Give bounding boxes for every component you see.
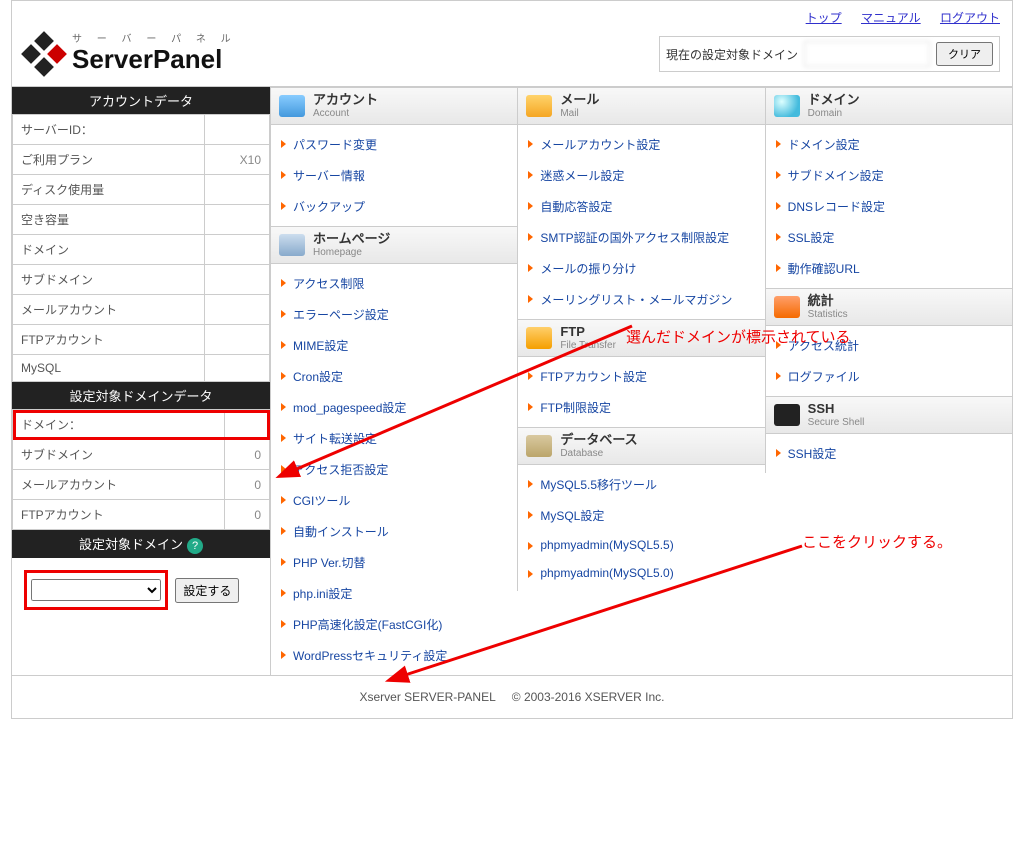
menu-link[interactable]: メールアカウント設定	[518, 129, 764, 160]
logo-title: ServerPanel	[72, 45, 237, 74]
table-row: FTPアカウント0	[13, 500, 270, 530]
menu-link[interactable]: mod_pagespeed設定	[271, 392, 517, 423]
menu-link[interactable]: PHP Ver.切替	[271, 547, 517, 578]
top-nav: トップ マニュアル ログアウト	[12, 1, 1012, 30]
menu-link[interactable]: CGIツール	[271, 485, 517, 516]
menu-link[interactable]: ログファイル	[766, 361, 1012, 392]
menu-link[interactable]: phpmyadmin(MySQL5.0)	[518, 559, 764, 587]
menu-link[interactable]: アクセス統計	[766, 330, 1012, 361]
menu-link[interactable]: パスワード変更	[271, 129, 517, 160]
menu-link[interactable]: phpmyadmin(MySQL5.5)	[518, 531, 764, 559]
cat-mail: メールMail メールアカウント設定迷惑メール設定自動応答設定SMTP認証の国外…	[517, 87, 764, 319]
sidebar: アカウントデータ サーバーID：ご利用プランX10ディスク使用量空き容量ドメイン…	[12, 87, 270, 675]
help-icon[interactable]: ?	[187, 538, 203, 554]
menu-link[interactable]: エラーページ設定	[271, 299, 517, 330]
table-row: 空き容量	[13, 205, 270, 235]
menu-link[interactable]: 自動インストール	[271, 516, 517, 547]
footer: Xserver SERVER-PANEL© 2003-2016 XSERVER …	[12, 675, 1012, 718]
menu-link[interactable]: FTP制限設定	[518, 392, 764, 423]
menu-link[interactable]: FTPアカウント設定	[518, 361, 764, 392]
cat-stats: 統計Statistics アクセス統計ログファイル	[765, 288, 1012, 396]
account-data-table: サーバーID：ご利用プランX10ディスク使用量空き容量ドメインサブドメインメール…	[12, 114, 270, 382]
ftp-icon	[526, 327, 552, 349]
menu-link[interactable]: SSL設定	[766, 222, 1012, 253]
set-domain-button[interactable]: 設定する	[175, 578, 239, 603]
nav-top[interactable]: トップ	[806, 11, 842, 25]
menu-link[interactable]: サブドメイン設定	[766, 160, 1012, 191]
table-row: メールアカウント	[13, 295, 270, 325]
cat-db: データベースDatabase MySQL5.5移行ツールMySQL設定phpmy…	[517, 427, 764, 591]
nav-logout[interactable]: ログアウト	[940, 11, 1000, 25]
account-icon	[279, 95, 305, 117]
table-row: ドメイン	[13, 235, 270, 265]
menu-link[interactable]: WordPressセキュリティ設定	[271, 640, 517, 671]
database-icon	[526, 435, 552, 457]
cat-account: アカウントAccount パスワード変更サーバー情報バックアップ	[270, 87, 517, 226]
cat-domain: ドメインDomain ドメイン設定サブドメイン設定DNSレコード設定SSL設定動…	[765, 87, 1012, 288]
menu-link[interactable]: バックアップ	[271, 191, 517, 222]
domain-icon	[774, 95, 800, 117]
main-panel: アカウントAccount パスワード変更サーバー情報バックアップ ホームページH…	[270, 87, 1012, 675]
cat-ftp: FTPFile Transfer FTPアカウント設定FTP制限設定	[517, 319, 764, 427]
clear-button[interactable]: クリア	[936, 42, 993, 66]
menu-link[interactable]: ドメイン設定	[766, 129, 1012, 160]
table-row: ドメイン：	[13, 410, 270, 440]
menu-link[interactable]: MySQL設定	[518, 500, 764, 531]
table-row: メールアカウント0	[13, 470, 270, 500]
menu-link[interactable]: PHP高速化設定(FastCGI化)	[271, 609, 517, 640]
menu-link[interactable]: 迷惑メール設定	[518, 160, 764, 191]
cat-homepage: ホームページHomepage アクセス制限エラーページ設定MIME設定Cron設…	[270, 226, 517, 675]
table-row: ご利用プランX10	[13, 145, 270, 175]
select-domain-header: 設定対象ドメイン?	[12, 530, 270, 558]
domain-data-header: 設定対象ドメインデータ	[12, 382, 270, 409]
menu-link[interactable]: MySQL5.5移行ツール	[518, 469, 764, 500]
menu-link[interactable]: SMTP認証の国外アクセス制限設定	[518, 222, 764, 253]
cat-ssh: SSHSecure Shell SSH設定	[765, 396, 1012, 473]
table-row: サーバーID：	[13, 115, 270, 145]
menu-link[interactable]: DNSレコード設定	[766, 191, 1012, 222]
menu-link[interactable]: アクセス拒否設定	[271, 454, 517, 485]
table-row: サブドメイン0	[13, 440, 270, 470]
nav-manual[interactable]: マニュアル	[861, 11, 921, 25]
menu-link[interactable]: php.ini設定	[271, 578, 517, 609]
logo-icon	[24, 34, 64, 74]
menu-link[interactable]: SSH設定	[766, 438, 1012, 469]
table-row: MySQL	[13, 355, 270, 382]
menu-link[interactable]: 自動応答設定	[518, 191, 764, 222]
logo: サ ー バ ー パ ネ ル ServerPanel	[24, 34, 237, 74]
menu-link[interactable]: MIME設定	[271, 330, 517, 361]
stats-icon	[774, 296, 800, 318]
menu-link[interactable]: サーバー情報	[271, 160, 517, 191]
header: サ ー バ ー パ ネ ル ServerPanel 現在の設定対象ドメイン クリ…	[12, 30, 1012, 86]
mail-icon	[526, 95, 552, 117]
current-domain-label: 現在の設定対象ドメイン	[666, 46, 798, 63]
domain-data-table: ドメイン：サブドメイン0メールアカウント0FTPアカウント0	[12, 409, 270, 530]
ssh-icon	[774, 404, 800, 426]
menu-link[interactable]: Cron設定	[271, 361, 517, 392]
menu-link[interactable]: 動作確認URL	[766, 253, 1012, 284]
table-row: FTPアカウント	[13, 325, 270, 355]
current-domain-value	[804, 41, 930, 67]
menu-link[interactable]: メーリングリスト・メールマガジン	[518, 284, 764, 315]
account-data-header: アカウントデータ	[12, 87, 270, 114]
menu-link[interactable]: アクセス制限	[271, 268, 517, 299]
menu-link[interactable]: メールの振り分け	[518, 253, 764, 284]
table-row: ディスク使用量	[13, 175, 270, 205]
table-row: サブドメイン	[13, 265, 270, 295]
homepage-icon	[279, 234, 305, 256]
domain-select[interactable]	[31, 579, 161, 601]
menu-link[interactable]: サイト転送設定	[271, 423, 517, 454]
current-domain-bar: 現在の設定対象ドメイン クリア	[659, 36, 1000, 72]
